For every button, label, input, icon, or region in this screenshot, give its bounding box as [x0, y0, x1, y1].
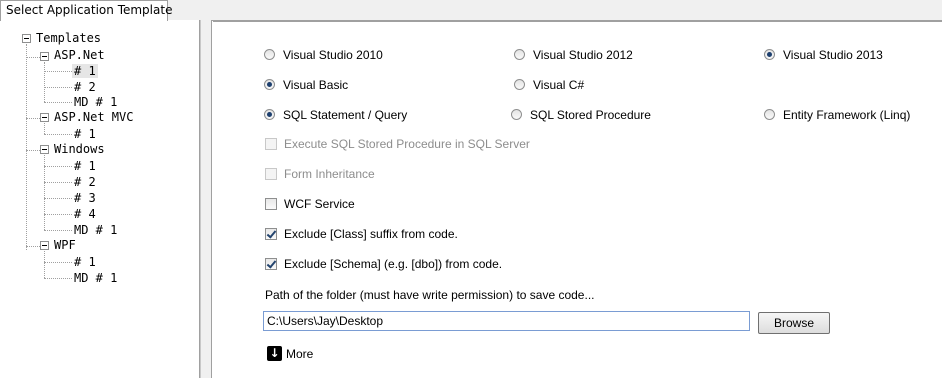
tree-item-aspnet-mvc-1[interactable]: # 1	[74, 127, 96, 141]
tree-line	[44, 102, 72, 103]
checkbox-exclude-schema[interactable]: Exclude [Schema] (e.g. [dbo]) from code.	[265, 257, 502, 271]
tree-item-windows-md1[interactable]: MD # 1	[74, 223, 117, 237]
radio-vs2010-label: Visual Studio 2010	[283, 48, 383, 62]
browse-button[interactable]: Browse	[758, 312, 830, 334]
tree-line	[26, 150, 40, 151]
radio-visual-basic-label: Visual Basic	[283, 78, 349, 92]
tree-group-aspnet-mvc[interactable]: ASP.Net MVC	[54, 110, 133, 124]
tree-item-aspnet-1[interactable]: # 1	[72, 64, 98, 78]
tree-item-wpf-1[interactable]: # 1	[74, 255, 96, 269]
radio-visual-csharp-label: Visual C#	[533, 78, 585, 92]
template-tree[interactable]: Templates ASP.Net # 1 # 2 MD # 1 ASP.Net…	[0, 20, 200, 378]
checkbox-checked-icon[interactable]	[265, 227, 277, 240]
checkbox-exclude-class-label: Exclude [Class] suffix from code.	[284, 227, 458, 241]
radio-button-selected-icon[interactable]	[264, 79, 275, 91]
radio-entity-framework-label: Entity Framework (Linq)	[783, 108, 911, 122]
tree-item-aspnet-2[interactable]: # 2	[74, 80, 96, 94]
radio-button-icon[interactable]	[764, 109, 775, 121]
radio-button-selected-icon[interactable]	[264, 109, 275, 121]
tree-line	[44, 251, 45, 278]
path-input[interactable]	[263, 311, 750, 331]
down-arrow-icon[interactable]: ↓	[267, 346, 282, 361]
tree-line	[44, 71, 72, 72]
tree-line	[26, 246, 40, 247]
radio-button-icon[interactable]	[264, 49, 275, 61]
radio-button-icon[interactable]	[514, 79, 525, 91]
radio-vs2012-label: Visual Studio 2012	[533, 48, 633, 62]
collapse-aspnet-icon[interactable]	[40, 52, 49, 61]
radio-sql-stored-procedure[interactable]: SQL Stored Procedure	[511, 108, 651, 122]
checkbox-execute-sp[interactable]: Execute SQL Stored Procedure in SQL Serv…	[265, 137, 530, 151]
tree-item-wpf-md1[interactable]: MD # 1	[74, 271, 117, 285]
tree-item-windows-2[interactable]: # 2	[74, 175, 96, 189]
tree-line	[26, 44, 27, 250]
tree-line	[44, 62, 45, 102]
radio-visual-basic[interactable]: Visual Basic	[264, 78, 348, 92]
collapse-aspnet-mvc-icon[interactable]	[40, 113, 49, 122]
radio-vs2010[interactable]: Visual Studio 2010	[264, 48, 383, 62]
path-label: Path of the folder (must have write perm…	[265, 288, 595, 302]
tree-line	[26, 118, 40, 119]
tree-line	[44, 214, 72, 215]
tree-item-windows-4[interactable]: # 4	[74, 207, 96, 221]
tree-line	[44, 134, 72, 135]
checkbox-execute-sp-label: Execute SQL Stored Procedure in SQL Serv…	[284, 137, 530, 151]
checkbox-wcf-service-label: WCF Service	[284, 197, 355, 211]
radio-sql-statement-label: SQL Statement / Query	[283, 108, 408, 122]
tree-group-wpf[interactable]: WPF	[54, 238, 76, 252]
tree-item-windows-3[interactable]: # 3	[74, 191, 96, 205]
tree-line	[44, 198, 72, 199]
checkbox-form-inheritance-label: Form Inheritance	[284, 167, 375, 181]
radio-vs2013[interactable]: Visual Studio 2013	[764, 48, 883, 62]
tree-line	[44, 182, 72, 183]
tree-line	[44, 278, 72, 279]
collapse-wpf-icon[interactable]	[40, 241, 49, 250]
tree-group-windows[interactable]: Windows	[54, 142, 105, 156]
radio-visual-csharp[interactable]: Visual C#	[514, 78, 584, 92]
checkbox-wcf-service[interactable]: WCF Service	[265, 197, 355, 211]
tree-group-aspnet[interactable]: ASP.Net	[54, 48, 105, 62]
tree-root-templates[interactable]: Templates	[36, 31, 101, 45]
radio-button-icon[interactable]	[514, 49, 525, 61]
tree-line	[44, 87, 72, 88]
collapse-windows-icon[interactable]	[40, 145, 49, 154]
checkbox-icon[interactable]	[265, 167, 277, 180]
checkbox-icon[interactable]	[265, 197, 277, 210]
checkbox-exclude-schema-label: Exclude [Schema] (e.g. [dbo]) from code.	[284, 257, 503, 271]
radio-vs2013-label: Visual Studio 2013	[783, 48, 883, 62]
radio-sql-statement[interactable]: SQL Statement / Query	[264, 108, 407, 122]
tab-select-application-template[interactable]: Select Application Template	[0, 0, 172, 21]
tree-item-windows-1[interactable]: # 1	[74, 159, 96, 173]
radio-button-icon[interactable]	[511, 109, 522, 121]
tree-line	[44, 123, 45, 134]
tree-line	[44, 230, 72, 231]
collapse-root-icon[interactable]	[22, 34, 31, 43]
tree-line	[44, 262, 72, 263]
radio-vs2012[interactable]: Visual Studio 2012	[514, 48, 633, 62]
checkbox-icon[interactable]	[265, 137, 277, 150]
radio-entity-framework[interactable]: Entity Framework (Linq)	[764, 108, 910, 122]
panel-splitter[interactable]	[200, 20, 212, 378]
radio-button-selected-icon[interactable]	[764, 49, 775, 61]
tree-item-aspnet-md1[interactable]: MD # 1	[74, 95, 117, 109]
checkbox-form-inheritance[interactable]: Form Inheritance	[265, 167, 375, 181]
more-link[interactable]: More	[286, 347, 313, 361]
tree-line	[44, 166, 72, 167]
checkbox-checked-icon[interactable]	[265, 257, 277, 270]
radio-sql-stored-procedure-label: SQL Stored Procedure	[530, 108, 651, 122]
checkbox-exclude-class[interactable]: Exclude [Class] suffix from code.	[265, 227, 458, 241]
tree-line	[26, 57, 40, 58]
